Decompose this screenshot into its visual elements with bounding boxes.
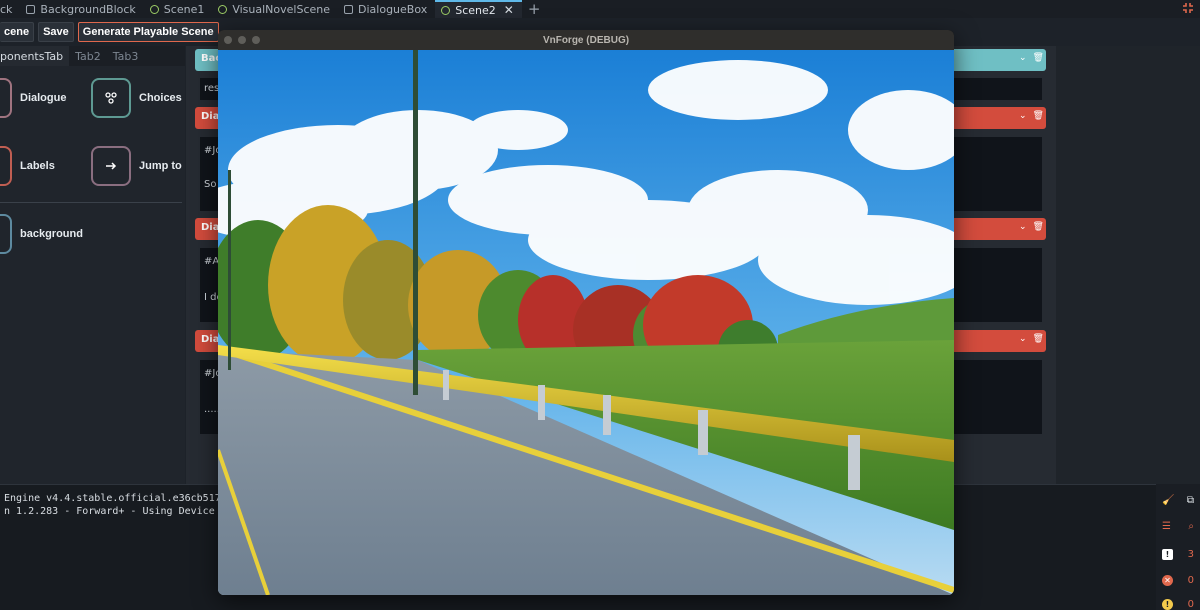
window-title: VnForge (DEBUG)	[542, 34, 630, 46]
trash-icon[interactable]: 🗑	[1033, 111, 1044, 121]
tab-label: Scene1	[163, 2, 205, 16]
output-line: n 1.2.283 - Forward+ - Using Device #0	[4, 506, 233, 517]
scene-icon	[441, 5, 451, 15]
message-count: 0	[1187, 598, 1194, 610]
error-icon: !	[1162, 548, 1173, 560]
tab-tab3[interactable]: Tab3	[107, 46, 145, 66]
error-count: 3	[1187, 548, 1194, 560]
message-filter-toggle[interactable]: ! 0	[1162, 594, 1194, 610]
block-title: Dia	[201, 111, 220, 122]
tab-tab2[interactable]: Tab2	[69, 46, 107, 66]
block-title: Dia	[201, 334, 220, 345]
block-title: Dia	[201, 222, 220, 233]
trash-icon[interactable]: 🗑	[1033, 222, 1044, 232]
choices-icon	[91, 78, 131, 118]
block-line: So	[204, 179, 217, 190]
tab-scene2[interactable]: Scene2 ✕	[435, 0, 522, 18]
filter-icon[interactable]: ☰	[1162, 521, 1171, 532]
background-component[interactable]: background	[0, 214, 83, 254]
distraction-free-icon[interactable]	[1182, 2, 1194, 14]
scene-tab-bar: ck BackgroundBlock Scene1 VisualNovelSce…	[0, 0, 1200, 18]
jump-to-component[interactable]: Jump to	[91, 146, 182, 186]
warning-filter-toggle[interactable]: ✕ 0	[1162, 570, 1194, 590]
component-label: Jump to	[139, 160, 182, 172]
tab-label: ck	[0, 2, 13, 16]
error-filter-toggle[interactable]: ! 3	[1162, 544, 1194, 564]
copy-icon[interactable]: ⧉	[1187, 495, 1194, 506]
window-titlebar[interactable]: VnForge (DEBUG)	[218, 30, 954, 50]
labels-icon	[0, 146, 12, 186]
scene-icon	[149, 4, 159, 14]
add-tab-icon[interactable]: +	[528, 0, 541, 18]
right-dock	[1056, 46, 1200, 484]
component-label: Choices	[139, 92, 182, 104]
block-line: res	[204, 83, 220, 94]
tab-label: VisualNovelScene	[232, 2, 331, 16]
trash-icon[interactable]: 🗑	[1033, 53, 1044, 63]
component-tab-bar: ponentsTab Tab2 Tab3	[0, 46, 185, 66]
chevron-down-icon[interactable]: ⌄	[1019, 222, 1027, 232]
component-label: background	[20, 228, 83, 240]
block-icon	[344, 4, 354, 14]
game-background-image	[218, 50, 954, 595]
tab-backgroundblock[interactable]: BackgroundBlock	[20, 0, 143, 18]
output-line: Engine v4.4.stable.official.e36cb5176	[4, 493, 227, 504]
component-label: Dialogue	[20, 92, 67, 104]
tab-components[interactable]: ponentsTab	[0, 46, 70, 66]
block-icon	[26, 4, 36, 14]
panel-divider	[0, 202, 182, 203]
warning-count: 0	[1187, 574, 1194, 586]
block-line: #A	[204, 256, 220, 267]
chevron-down-icon[interactable]: ⌄	[1019, 53, 1027, 63]
close-tab-icon[interactable]: ✕	[504, 3, 514, 17]
output-toolbar: 🧹 ⧉ ☰ ⌕ ! 3 ✕ 0 ! 0	[1156, 484, 1200, 610]
save-button[interactable]: Save	[38, 22, 74, 42]
jump-arrow-icon	[91, 146, 131, 186]
background-icon	[0, 214, 12, 254]
components-panel: ponentsTab Tab2 Tab3 Dialogue Choices La…	[0, 46, 185, 484]
game-debug-window[interactable]: VnForge (DEBUG)	[218, 30, 954, 595]
dialogue-icon	[0, 78, 12, 118]
tab-label: Scene2	[455, 3, 496, 17]
tab-label: BackgroundBlock	[40, 2, 136, 16]
dialogue-component[interactable]: Dialogue	[0, 78, 66, 118]
warning-icon: !	[1162, 598, 1173, 610]
tab-visualnovelscene[interactable]: VisualNovelScene	[212, 0, 338, 18]
choices-component[interactable]: Choices	[91, 78, 182, 118]
scene-button[interactable]: cene	[0, 22, 35, 42]
tab-block[interactable]: ck	[0, 0, 20, 18]
trash-icon[interactable]: 🗑	[1033, 334, 1044, 344]
clear-output-icon[interactable]: 🧹	[1162, 495, 1174, 506]
editor-toolbar: cene Save Generate Playable Scene	[0, 20, 219, 44]
error-circle-icon: ✕	[1162, 574, 1173, 586]
labels-component[interactable]: Labels	[0, 146, 55, 186]
tab-label: DialogueBox	[358, 2, 428, 16]
tab-dialoguebox[interactable]: DialogueBox	[338, 0, 435, 18]
component-label: Labels	[20, 160, 55, 172]
chevron-down-icon[interactable]: ⌄	[1019, 334, 1027, 344]
scene-icon	[218, 4, 228, 14]
chevron-down-icon[interactable]: ⌄	[1019, 111, 1027, 121]
search-icon[interactable]: ⌕	[1188, 521, 1194, 532]
generate-playable-scene-button[interactable]: Generate Playable Scene	[77, 22, 219, 42]
tab-scene1[interactable]: Scene1	[144, 0, 213, 18]
